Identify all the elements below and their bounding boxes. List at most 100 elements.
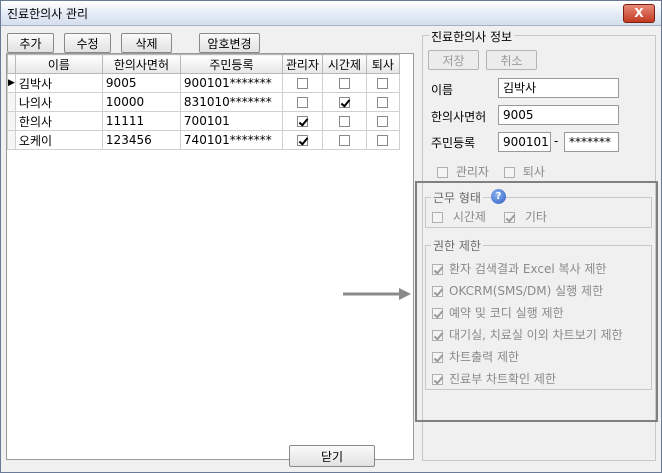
license-field[interactable]: 9005 <box>498 105 619 125</box>
grid-header-license[interactable]: 한의사면허 <box>101 54 181 74</box>
admin-checkbox[interactable] <box>296 135 308 146</box>
change-password-button[interactable]: 암호변경 <box>199 33 260 53</box>
permission-label: 예약 및 코디 실행 제한 <box>449 306 564 320</box>
grid-header-row: 이름 한의사면허 주민등록 관리자 시간제 퇴사 <box>7 54 400 74</box>
parttime-checkbox-row[interactable]: 시간제 <box>432 208 486 225</box>
permission-item[interactable]: 예약 및 코디 실행 제한 <box>432 304 564 321</box>
admin-checkbox[interactable] <box>296 97 308 108</box>
resident-front-field[interactable]: 900101 <box>498 132 551 152</box>
arrow-icon <box>343 288 411 300</box>
other-checkbox[interactable] <box>504 212 515 223</box>
admin-checkbox[interactable] <box>437 167 448 178</box>
cell-license[interactable]: 9005 <box>101 73 181 93</box>
cell-retired[interactable] <box>365 111 400 131</box>
close-window-button[interactable]: X <box>623 4 655 23</box>
cell-resident[interactable]: 740101******* <box>179 130 283 150</box>
table-row[interactable]: 한의사 11111 700101 <box>7 111 400 131</box>
permission-item[interactable]: OKCRM(SMS/DM) 실행 제한 <box>432 282 603 299</box>
window-title: 진료한의사 관리 <box>7 7 89 21</box>
cell-parttime[interactable] <box>321 92 367 112</box>
grid-header-indicator <box>7 54 16 74</box>
cancel-button[interactable]: 취소 <box>486 50 537 70</box>
grid-header-resident[interactable]: 주민등록 <box>179 54 283 74</box>
other-checkbox-row[interactable]: 기타 <box>504 208 547 225</box>
cell-parttime[interactable] <box>321 111 367 131</box>
admin-checkbox-row[interactable]: 관리자 <box>437 163 489 180</box>
permission-label: 환자 검색결과 Excel 복사 제한 <box>449 262 607 276</box>
parttime-checkbox[interactable] <box>338 116 350 127</box>
permission-label: 진료부 차트확인 제한 <box>449 372 556 386</box>
row-indicator <box>7 92 16 112</box>
cell-resident[interactable]: 700101 <box>179 111 283 131</box>
retired-checkbox[interactable] <box>377 135 389 146</box>
title-bar: 진료한의사 관리 X <box>1 1 661 26</box>
delete-button[interactable]: 삭제 <box>121 33 172 53</box>
admin-checkbox[interactable] <box>296 78 308 89</box>
main-window: 진료한의사 관리 X 추가 수정 삭제 암호변경 이름 한의사면허 주민등록 관… <box>0 0 662 473</box>
cell-name[interactable]: 나의사 <box>14 92 103 112</box>
cell-retired[interactable] <box>365 92 400 112</box>
permission-item[interactable]: 진료부 차트확인 제한 <box>432 370 556 387</box>
permission-label: 차트출력 제한 <box>449 350 520 364</box>
license-label: 한의사면허 <box>431 110 487 124</box>
other-label: 기타 <box>524 210 547 224</box>
doctor-grid[interactable]: 이름 한의사면허 주민등록 관리자 시간제 퇴사 ▶ 김박사 9005 900101*… <box>6 53 414 460</box>
cell-resident[interactable]: 900101******* <box>179 73 283 93</box>
cell-admin[interactable] <box>281 111 323 131</box>
resident-dash: - <box>554 134 559 148</box>
cell-name[interactable]: 오케이 <box>14 130 103 150</box>
permission-item[interactable]: 환자 검색결과 Excel 복사 제한 <box>432 260 606 277</box>
grid-header-parttime[interactable]: 시간제 <box>321 54 367 74</box>
retired-checkbox-row[interactable]: 퇴사 <box>504 163 545 180</box>
table-row[interactable]: 나의사 10000 831010******* <box>7 92 400 112</box>
name-field[interactable]: 김박사 <box>498 78 619 98</box>
permission-checkbox[interactable] <box>432 352 443 363</box>
parttime-checkbox[interactable] <box>338 97 350 108</box>
permission-checkbox[interactable] <box>432 286 443 297</box>
permission-item[interactable]: 차트출력 제한 <box>432 348 519 365</box>
admin-checkbox[interactable] <box>296 116 308 127</box>
parttime-checkbox[interactable] <box>338 78 350 89</box>
help-icon[interactable]: ? <box>491 189 506 204</box>
table-row[interactable]: 오케이 123456 740101******* <box>7 130 400 150</box>
cell-retired[interactable] <box>365 130 400 150</box>
parttime-checkbox[interactable] <box>338 135 350 146</box>
cell-parttime[interactable] <box>321 130 367 150</box>
save-button[interactable]: 저장 <box>428 50 479 70</box>
cell-name[interactable]: 김박사 <box>14 73 103 93</box>
permission-checkbox[interactable] <box>432 308 443 319</box>
cell-license[interactable]: 123456 <box>101 130 181 150</box>
table-row[interactable]: ▶ 김박사 9005 900101******* <box>7 73 400 93</box>
add-button[interactable]: 추가 <box>7 33 54 53</box>
row-indicator <box>7 111 16 131</box>
retired-checkbox[interactable] <box>504 167 515 178</box>
row-indicator <box>7 130 16 150</box>
cell-admin[interactable] <box>281 92 323 112</box>
cell-license[interactable]: 10000 <box>101 92 181 112</box>
grid-header-admin[interactable]: 관리자 <box>281 54 323 74</box>
edit-button[interactable]: 수정 <box>64 33 111 53</box>
resident-label: 주민등록 <box>431 136 476 150</box>
cell-resident[interactable]: 831010******* <box>179 92 283 112</box>
parttime-checkbox[interactable] <box>432 212 443 223</box>
permission-checkbox[interactable] <box>432 264 443 275</box>
permission-checkbox[interactable] <box>432 374 443 385</box>
cell-parttime[interactable] <box>321 73 367 93</box>
client-area: 추가 수정 삭제 암호변경 이름 한의사면허 주민등록 관리자 시간제 퇴사 ▶… <box>1 26 661 472</box>
retired-checkbox[interactable] <box>377 116 389 127</box>
permission-checkbox[interactable] <box>432 330 443 341</box>
retired-checkbox[interactable] <box>377 97 389 108</box>
work-type-legend: 근무 형태 <box>431 189 483 206</box>
cell-name[interactable]: 한의사 <box>14 111 103 131</box>
retired-checkbox[interactable] <box>377 78 389 89</box>
doctor-table: 이름 한의사면허 주민등록 관리자 시간제 퇴사 ▶ 김박사 9005 900101*… <box>7 54 400 150</box>
permission-item[interactable]: 대기실, 치료실 이외 차트보기 제한 <box>432 326 623 343</box>
cell-admin[interactable] <box>281 130 323 150</box>
grid-header-name[interactable]: 이름 <box>14 54 103 74</box>
close-button[interactable]: 닫기 <box>289 445 375 467</box>
resident-back-field[interactable]: ******* <box>564 132 619 152</box>
grid-header-retired[interactable]: 퇴사 <box>365 54 400 74</box>
cell-retired[interactable] <box>365 73 400 93</box>
cell-license[interactable]: 11111 <box>101 111 181 131</box>
cell-admin[interactable] <box>281 73 323 93</box>
